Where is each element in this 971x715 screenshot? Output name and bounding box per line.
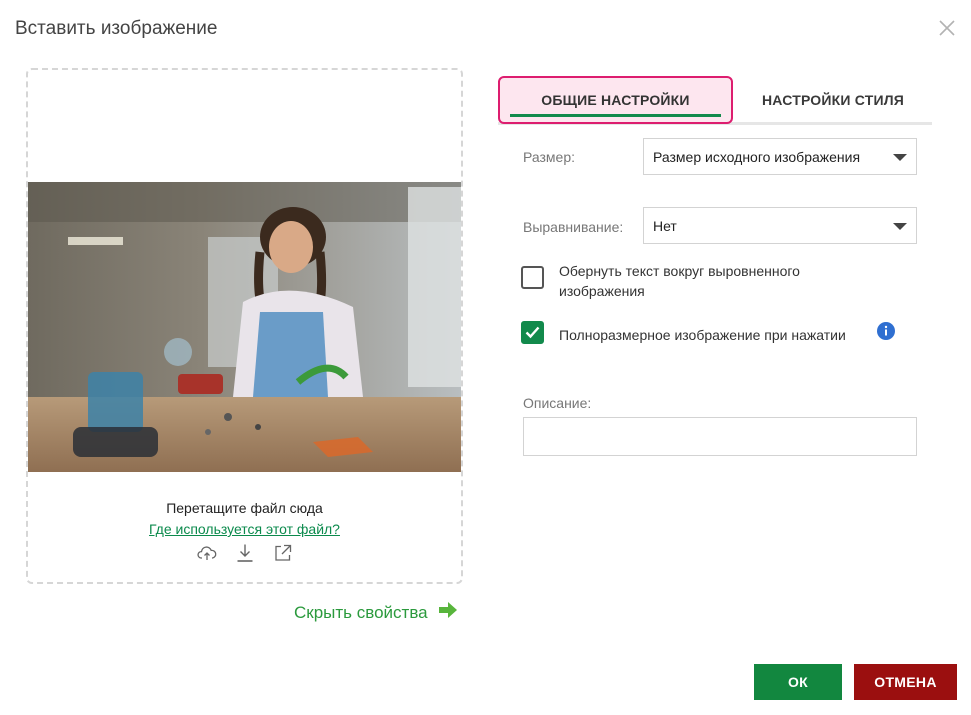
image-dropzone[interactable]: Перетащите файл сюда Где используется эт… [26,68,463,584]
image-preview [28,182,461,472]
fullsize-on-click-checkbox[interactable] [521,321,544,344]
hide-properties-toggle[interactable]: Скрыть свойства [294,600,458,625]
wrap-text-checkbox[interactable] [521,266,544,289]
description-input[interactable] [523,417,917,456]
file-usage-link[interactable]: Где используется этот файл? [28,521,461,537]
settings-tabs: ОБЩИЕ НАСТРОЙКИ НАСТРОЙКИ СТИЛЯ [498,76,932,125]
wrap-text-label: Обернуть текст вокруг выровненного изобр… [559,263,800,299]
tab-general-settings-label: ОБЩИЕ НАСТРОЙКИ [541,92,690,108]
checkmark-icon [525,326,540,339]
arrow-right-icon [438,600,458,625]
size-select[interactable]: Размер исходного изображения [643,138,917,175]
alignment-select[interactable]: Нет [643,207,917,244]
size-label: Размер: [523,149,576,165]
drop-hint-text: Перетащите файл сюда [166,500,323,516]
tab-style-settings[interactable]: НАСТРОЙКИ СТИЛЯ [734,76,932,124]
info-icon[interactable] [877,322,895,340]
external-link-icon[interactable] [273,543,293,563]
close-icon[interactable] [937,18,957,38]
fullsize-on-click-label: Полноразмерное изображение при нажатии [559,327,846,343]
alignment-select-value: Нет [653,217,677,234]
download-icon[interactable] [235,543,255,563]
dialog-title: Вставить изображение [15,18,218,39]
alignment-label: Выравнивание: [523,219,624,235]
cloud-upload-icon[interactable] [196,543,217,563]
chevron-down-icon [893,154,907,161]
tab-general-settings[interactable]: ОБЩИЕ НАСТРОЙКИ [498,76,733,124]
size-select-value: Размер исходного изображения [653,148,861,165]
tab-style-settings-label: НАСТРОЙКИ СТИЛЯ [761,92,905,108]
description-label: Описание: [523,395,592,411]
chevron-down-icon [893,223,907,230]
hide-properties-label: Скрыть свойства [294,602,428,622]
cancel-button[interactable]: ОТМЕНА [854,664,957,700]
ok-button[interactable]: ОК [754,664,842,700]
